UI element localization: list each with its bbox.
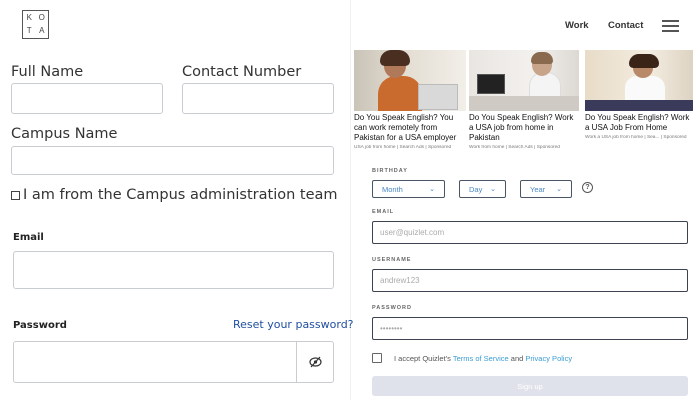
panel-divider — [350, 0, 351, 400]
birthday-label: BIRTHDAY — [372, 168, 408, 174]
month-select[interactable]: Month ⌄ — [372, 180, 445, 198]
kota-logo[interactable]: K O T A — [22, 10, 49, 39]
logo-letter: K — [26, 12, 32, 22]
nav-link-contact[interactable]: Contact — [608, 20, 643, 31]
reset-password-link[interactable]: Reset your password? — [233, 318, 354, 331]
year-select[interactable]: Year ⌄ — [520, 180, 572, 198]
admin-checkbox[interactable] — [11, 190, 20, 200]
full-name-input[interactable] — [11, 83, 163, 114]
sponsored-ad-card[interactable]: Do You Speak English? Work a USA job fro… — [469, 50, 579, 150]
month-select-value: Month — [382, 184, 403, 194]
signup-username-label: USERNAME — [372, 257, 412, 263]
ad-source: Work from home | Search Ads | Sponsored — [469, 145, 560, 150]
accept-prefix: I accept Quizlet's — [394, 354, 451, 363]
admin-checkbox-label: I am from the Campus administration team — [23, 187, 338, 203]
ad-thumbnail — [469, 50, 579, 111]
ad-thumbnail — [354, 50, 466, 111]
password-visibility-toggle[interactable] — [296, 341, 334, 383]
ad-title: Do You Speak English? Work a USA Job Fro… — [585, 113, 690, 132]
sponsored-ad-card[interactable]: Do You Speak English? Work a USA Job Fro… — [585, 50, 693, 140]
chevron-down-icon: ⌄ — [429, 186, 435, 193]
privacy-policy-link[interactable]: Privacy Policy — [525, 354, 572, 363]
email-input[interactable] — [13, 251, 334, 289]
ad-source: Work a USA job from home | Sea... | Spon… — [585, 135, 687, 140]
ad-thumbnail — [585, 50, 693, 111]
chevron-down-icon: ⌄ — [490, 186, 496, 193]
campus-name-input[interactable] — [11, 146, 334, 175]
full-name-label: Full Name — [11, 64, 84, 80]
question-circle-icon[interactable]: ? — [582, 182, 593, 193]
terms-of-service-link[interactable]: Terms of Service — [453, 354, 509, 363]
eye-slash-icon — [309, 356, 322, 368]
contact-number-input[interactable] — [182, 83, 334, 114]
contact-number-label: Contact Number — [182, 64, 302, 80]
logo-letter: T — [26, 26, 32, 36]
ad-source: USA job from home | Search Ads | Sponsor… — [354, 145, 452, 150]
day-select-value: Day — [469, 184, 483, 194]
chevron-down-icon: ⌄ — [556, 186, 562, 193]
ad-title: Do You Speak English? You can work remot… — [354, 113, 457, 142]
signup-email-input[interactable]: user@quizlet.com — [372, 221, 688, 244]
password-input[interactable] — [13, 341, 334, 383]
nav-link-work[interactable]: Work — [565, 20, 589, 31]
password-label: Password — [13, 320, 67, 331]
signup-username-input[interactable]: andrew123 — [372, 269, 688, 292]
ad-title: Do You Speak English? Work a USA job fro… — [469, 113, 574, 142]
accept-and: and — [510, 354, 524, 363]
day-select[interactable]: Day ⌄ — [459, 180, 506, 198]
year-select-value: Year — [530, 184, 546, 194]
sponsored-ad-card[interactable]: Do You Speak English? You can work remot… — [354, 50, 466, 150]
admin-checkbox-row: I am from the Campus administration team — [11, 187, 338, 203]
signup-password-label: PASSWORD — [372, 305, 412, 311]
accept-terms-checkbox[interactable] — [372, 353, 382, 363]
hamburger-menu-icon[interactable] — [662, 20, 679, 32]
accept-terms-text: I accept Quizlet's Terms of Service and … — [394, 354, 572, 363]
email-label: Email — [13, 232, 44, 243]
signup-button[interactable]: Sign up — [372, 376, 688, 396]
signup-email-label: EMAIL — [372, 209, 395, 215]
signup-password-input[interactable]: •••••••• — [372, 317, 688, 340]
logo-letter: O — [38, 12, 45, 22]
logo-letter: A — [39, 26, 45, 36]
campus-name-label: Campus Name — [11, 126, 118, 142]
